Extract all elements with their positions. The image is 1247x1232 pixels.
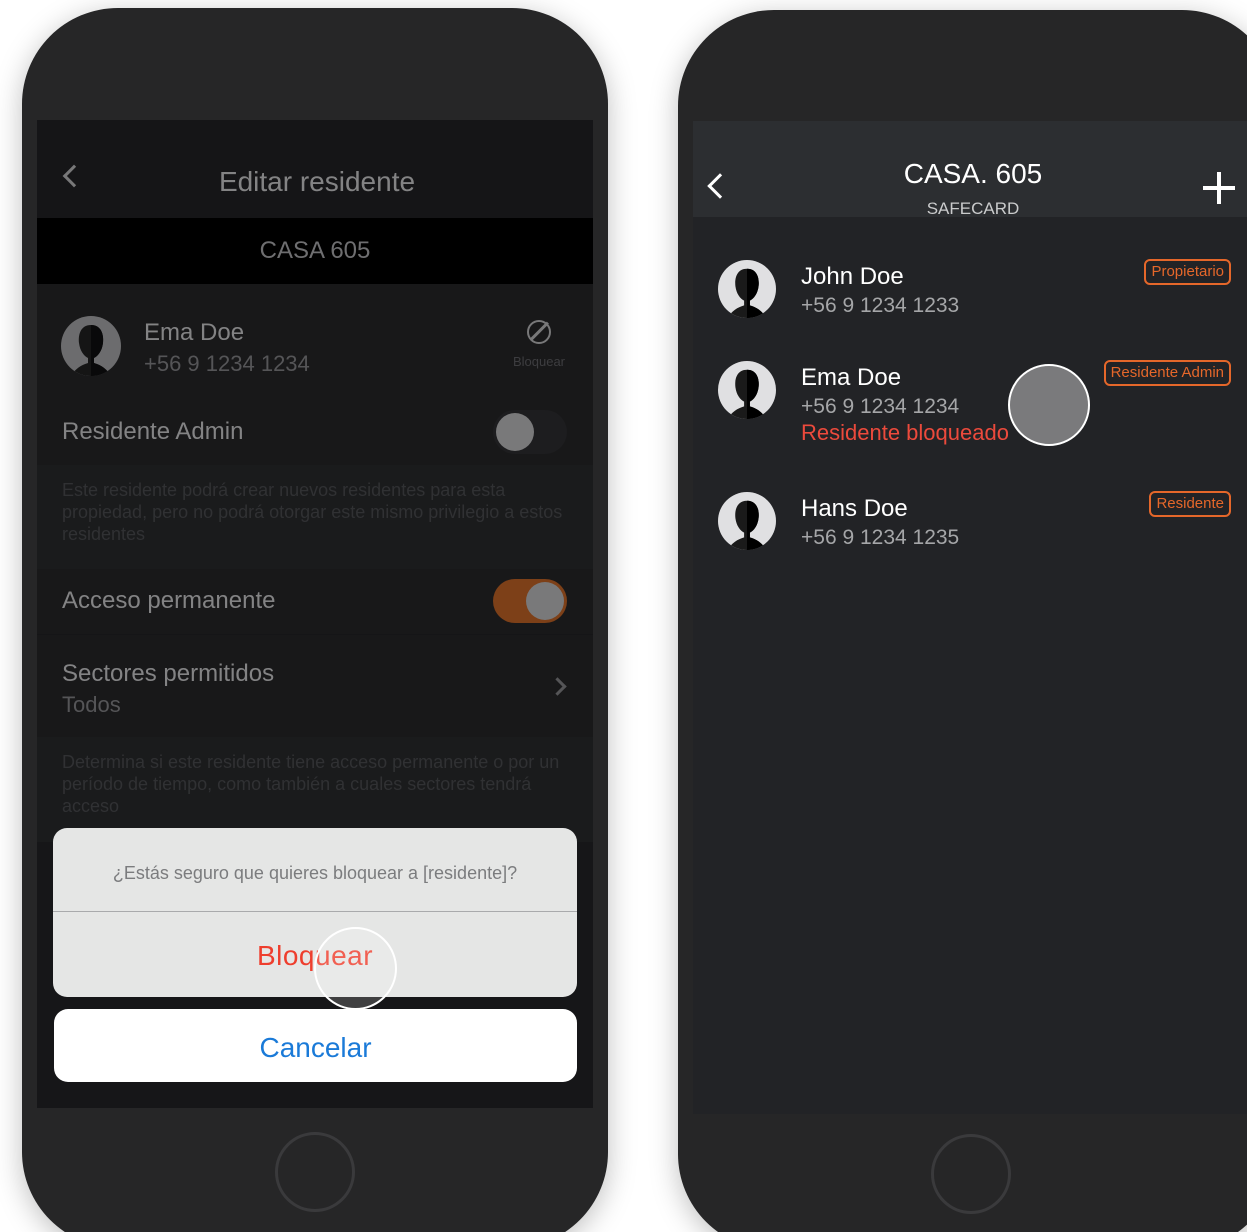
- nav-header: CASA. 605 SAFECARD: [693, 121, 1247, 218]
- property-title: CASA. 605: [903, 158, 1043, 189]
- resident-name: John Doe: [801, 263, 904, 290]
- plus-icon[interactable]: [1203, 172, 1235, 204]
- role-badge: Residente: [1149, 491, 1231, 517]
- resident-name: Hans Doe: [801, 495, 908, 522]
- touch-indicator: [314, 927, 397, 1010]
- resident-name: Ema Doe: [801, 364, 902, 391]
- blocked-status: Residente bloqueado: [801, 420, 1009, 445]
- edit-resident-screen: Editar residente CASA 605 Ema Doe +56 9 …: [37, 120, 593, 1108]
- phone-frame-left: Editar residente CASA 605 Ema Doe +56 9 …: [22, 8, 608, 1232]
- home-button[interactable]: [275, 1132, 355, 1212]
- role-badge: Propietario: [1144, 259, 1231, 285]
- avatar-silhouette-icon: [718, 260, 776, 318]
- property-subtitle: SAFECARD: [926, 199, 1020, 218]
- residents-list-screen: CASA. 605 SAFECARD John Doe +56 9 1234 1…: [693, 121, 1247, 1114]
- resident-list-item[interactable]: Hans Doe +56 9 1234 1235 Residente: [693, 462, 1247, 582]
- resident-phone: +56 9 1234 1235: [801, 526, 960, 549]
- resident-phone: +56 9 1234 1234: [801, 395, 960, 418]
- avatar-silhouette-icon: [718, 492, 776, 550]
- touch-indicator: [1008, 364, 1090, 446]
- action-sheet-message: ¿Estás seguro que quieres bloquear a [re…: [53, 828, 577, 912]
- phone-frame-right: CASA. 605 SAFECARD John Doe +56 9 1234 1…: [678, 10, 1247, 1232]
- resident-phone: +56 9 1234 1233: [801, 294, 960, 317]
- avatar-silhouette-icon: [718, 361, 776, 419]
- resident-list-item[interactable]: Ema Doe +56 9 1234 1234 Residente bloque…: [693, 331, 1247, 471]
- home-button[interactable]: [931, 1134, 1011, 1214]
- role-badge: Residente Admin: [1103, 360, 1231, 386]
- cancel-button[interactable]: Cancelar: [54, 1009, 577, 1082]
